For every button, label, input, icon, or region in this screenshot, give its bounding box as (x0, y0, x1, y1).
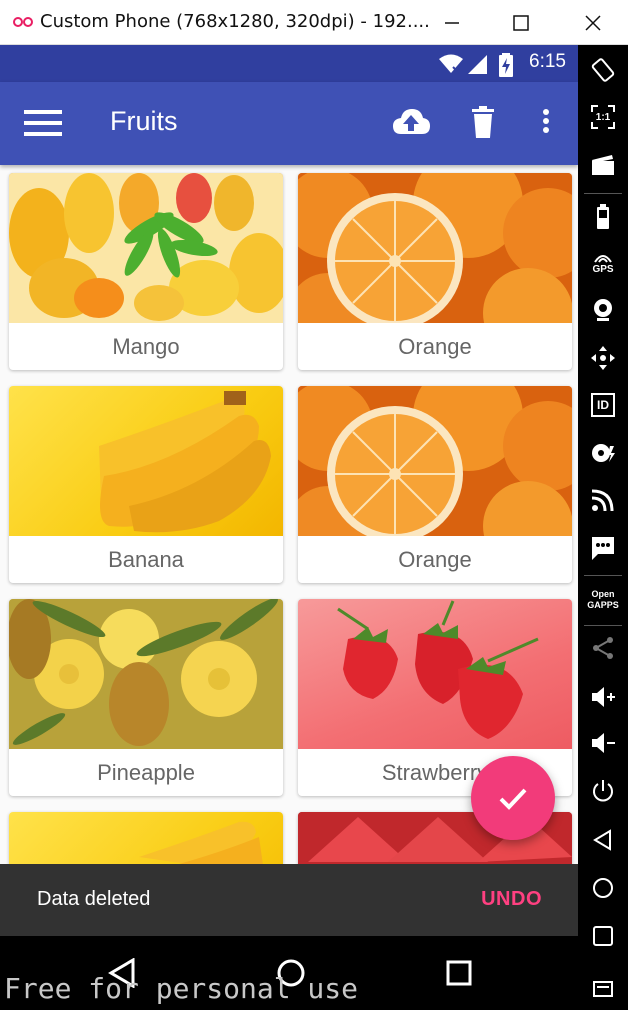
camera-button[interactable] (583, 290, 623, 330)
snackbar: Data deleted UNDO (0, 864, 578, 936)
volume-up-icon (592, 687, 615, 707)
battery-icon (597, 204, 609, 229)
screencast-button[interactable] (583, 145, 623, 185)
window-titlebar: Custom Phone (768x1280, 320dpi) - 192...… (0, 0, 628, 45)
gps-button[interactable]: GPS (583, 243, 623, 283)
minimize-icon (445, 22, 459, 24)
undo-button[interactable]: UNDO (481, 888, 542, 911)
snackbar-message: Data deleted (37, 888, 151, 910)
fruit-card-orange[interactable]: Orange (298, 386, 572, 583)
fruit-image-orange (298, 386, 572, 536)
fruit-label: Banana (108, 547, 184, 572)
window-title: Custom Phone (768x1280, 320dpi) - 192...… (40, 11, 430, 32)
battery-button[interactable] (583, 197, 623, 237)
disk-icon (592, 444, 615, 462)
signal-icon (468, 55, 487, 74)
close-icon (585, 15, 601, 31)
move-icon (591, 346, 615, 370)
watermark: Free for personal use (4, 972, 359, 1005)
power-button[interactable] (583, 771, 623, 811)
menu-icon (593, 981, 613, 997)
recents-icon (593, 926, 613, 946)
fruit-label: Orange (398, 334, 472, 359)
camera-icon (594, 299, 612, 321)
genymotion-logo-icon (13, 17, 33, 27)
volume-up-button[interactable] (583, 677, 623, 717)
phone-screen: 6:15 Fruits Mango Orange Banana Orange P… (0, 45, 578, 1010)
back-icon (593, 829, 611, 851)
share-button[interactable] (583, 628, 623, 668)
gps-icon (594, 254, 612, 263)
status-bar: 6:15 (0, 45, 578, 82)
toolbar-back-button[interactable] (583, 820, 623, 860)
upload-icon[interactable] (391, 104, 431, 142)
sms-icon (592, 537, 614, 560)
identifiers-label: ID (597, 397, 609, 412)
fruit-label: Orange (398, 547, 472, 572)
pixel-perfect-label: 1:1 (595, 111, 611, 123)
battery-charging-icon (499, 53, 513, 77)
fruit-label: Mango (112, 334, 180, 359)
fruit-card-banana[interactable]: Banana (9, 386, 283, 583)
more-options-icon[interactable] (540, 104, 552, 142)
fruit-image-banana (9, 386, 283, 536)
pixel-perfect-button[interactable]: 1:1 (583, 97, 623, 137)
open-gapps-button[interactable]: Open GAPPS (583, 580, 623, 620)
fruit-image-orange (298, 173, 572, 323)
move-button[interactable] (583, 338, 623, 378)
gps-label: GPS (592, 263, 614, 275)
screencast-icon (592, 155, 614, 175)
remote-control-icon (591, 489, 614, 512)
rotate-icon (591, 58, 615, 82)
toolbar-divider (584, 193, 622, 194)
toolbar-divider (584, 575, 622, 576)
check-icon (499, 788, 527, 810)
toolbar-home-button[interactable] (583, 868, 623, 908)
fruit-card-orange[interactable]: Orange (298, 173, 572, 370)
toolbar-menu-button[interactable] (583, 967, 623, 1007)
confirm-fab[interactable] (471, 756, 555, 840)
app-bar: Fruits (0, 82, 578, 165)
toolbar-recents-button[interactable] (583, 916, 623, 956)
app-title: Fruits (110, 106, 178, 136)
emulator-toolbar: 1:1 GPS ID Open GAPPS (578, 45, 628, 1010)
maximize-button[interactable] (506, 8, 536, 38)
fruit-image-mango (9, 173, 283, 323)
share-icon (593, 637, 613, 659)
wifi-icon (439, 54, 463, 74)
fruit-label: Pineapple (97, 760, 195, 785)
minimize-button[interactable] (437, 8, 467, 38)
fruit-image-pineapple (9, 599, 283, 749)
home-icon (593, 878, 613, 898)
hamburger-menu-icon[interactable] (24, 108, 62, 138)
remote-control-button[interactable] (583, 480, 623, 520)
close-button[interactable] (578, 8, 608, 38)
rotate-button[interactable] (583, 50, 623, 90)
recents-icon[interactable] (446, 960, 472, 986)
volume-down-button[interactable] (583, 723, 623, 763)
fruit-image-strawberry (298, 599, 572, 749)
open-gapps-label: Open GAPPS (587, 589, 619, 610)
fruit-card-mango[interactable]: Mango (9, 173, 283, 370)
maximize-icon (513, 15, 529, 31)
fruit-card-pineapple[interactable]: Pineapple (9, 599, 283, 796)
sms-button[interactable] (583, 528, 623, 568)
volume-down-icon (592, 733, 615, 753)
toolbar-divider (584, 625, 622, 626)
power-icon (593, 780, 613, 802)
status-clock: 6:15 (529, 51, 566, 72)
delete-icon[interactable] (471, 104, 495, 142)
disk-button[interactable] (583, 433, 623, 473)
identifiers-button[interactable]: ID (583, 385, 623, 425)
